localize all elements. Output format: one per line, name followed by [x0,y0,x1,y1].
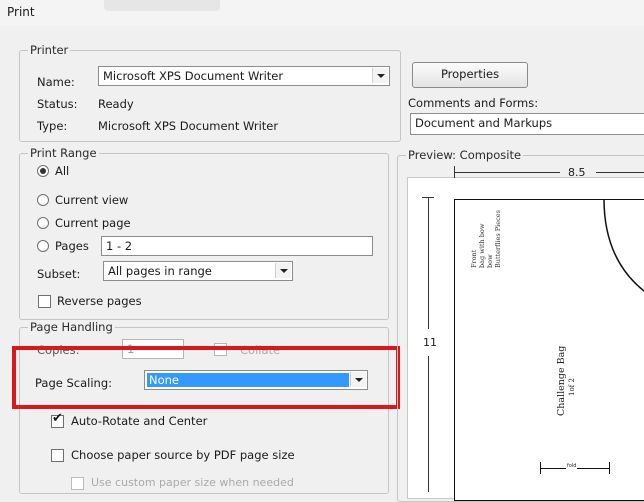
radio-current-page-label: Current page [55,216,131,230]
width-ruler-line [455,172,560,173]
pages-input-value: 1 - 2 [106,239,133,253]
chevron-down-icon [280,269,288,273]
auto-rotate-label: Auto-Rotate and Center [71,414,208,428]
properties-button-label: Properties [440,67,500,81]
page-side-line-3: bow [486,254,494,268]
custom-paper-label: Use custom paper size when needed [91,476,294,489]
height-ruler-label: 11 [423,336,437,349]
subset-value: All pages in range [108,264,212,278]
printer-name-select[interactable]: Microsoft XPS Document Writer [98,66,390,86]
highlight-box [12,346,400,409]
window-title: Print [7,5,35,19]
printer-group-label: Printer [28,43,71,57]
page-cutout [603,199,644,292]
subset-label: Subset: [37,267,81,281]
radio-all-label: All [55,164,70,178]
radio-pages[interactable] [37,240,49,252]
checkmark-icon: ✔ [52,411,63,426]
page-handling-group-label: Page Handling [28,320,115,334]
height-ruler-line [428,197,429,329]
height-ruler-line-lower [428,356,429,492]
page-title-line: Challenge Bag [556,345,567,416]
radio-current-view[interactable] [37,194,49,206]
printer-name-dropdown-button[interactable] [372,68,388,83]
title-bar [0,0,644,26]
auto-rotate-checkbox[interactable]: ✔ [51,411,64,428]
preview-group-label: Preview: Composite [406,148,524,162]
radio-current-page[interactable] [37,217,49,229]
properties-button[interactable]: Properties [412,62,528,88]
reverse-pages-label: Reverse pages [57,294,142,308]
custom-paper-checkbox[interactable] [71,477,84,490]
printer-name-value: Microsoft XPS Document Writer [103,69,284,83]
printer-name-label: Name: [37,75,75,89]
fold-marker-right-tick [609,462,610,474]
subset-dropdown-button[interactable] [275,263,291,278]
page-side-text: Front bag with bow bow Butterflies Piece… [470,210,502,268]
width-ruler-line-right [596,172,644,173]
background-tab [104,0,220,11]
printer-type-label: Type: [37,119,68,133]
printer-status-label: Status: [37,97,78,111]
paper-source-label: Choose paper source by PDF page size [71,448,295,462]
page-title-text: Challenge Bag 1of 2 [556,346,578,416]
page-side-line-2: bag with bow [478,223,486,268]
comments-forms-select[interactable]: Document and Markups [410,113,644,135]
page-side-line-1: Front [470,249,478,268]
comments-forms-value: Document and Markups [415,116,553,130]
reverse-pages-checkbox[interactable] [38,295,51,308]
pages-input[interactable]: 1 - 2 [101,236,373,256]
paper-source-checkbox[interactable] [51,449,64,462]
printer-type-value: Microsoft XPS Document Writer [98,119,279,133]
chevron-down-icon [377,74,385,78]
subset-select[interactable]: All pages in range [103,261,293,281]
printer-status-value: Ready [98,97,134,111]
radio-pages-label: Pages [55,239,89,253]
comments-forms-label: Comments and Forms: [408,96,539,110]
print-range-group-label: Print Range [28,146,99,160]
page-side-line-4: Butterflies Pieces [494,210,502,268]
width-ruler-label: 8.5 [568,166,586,179]
page-subtitle-line: 1of 2 [568,378,576,396]
fold-marker-label: fold [566,463,578,469]
radio-current-view-label: Current view [55,193,129,207]
radio-all[interactable] [37,165,49,177]
